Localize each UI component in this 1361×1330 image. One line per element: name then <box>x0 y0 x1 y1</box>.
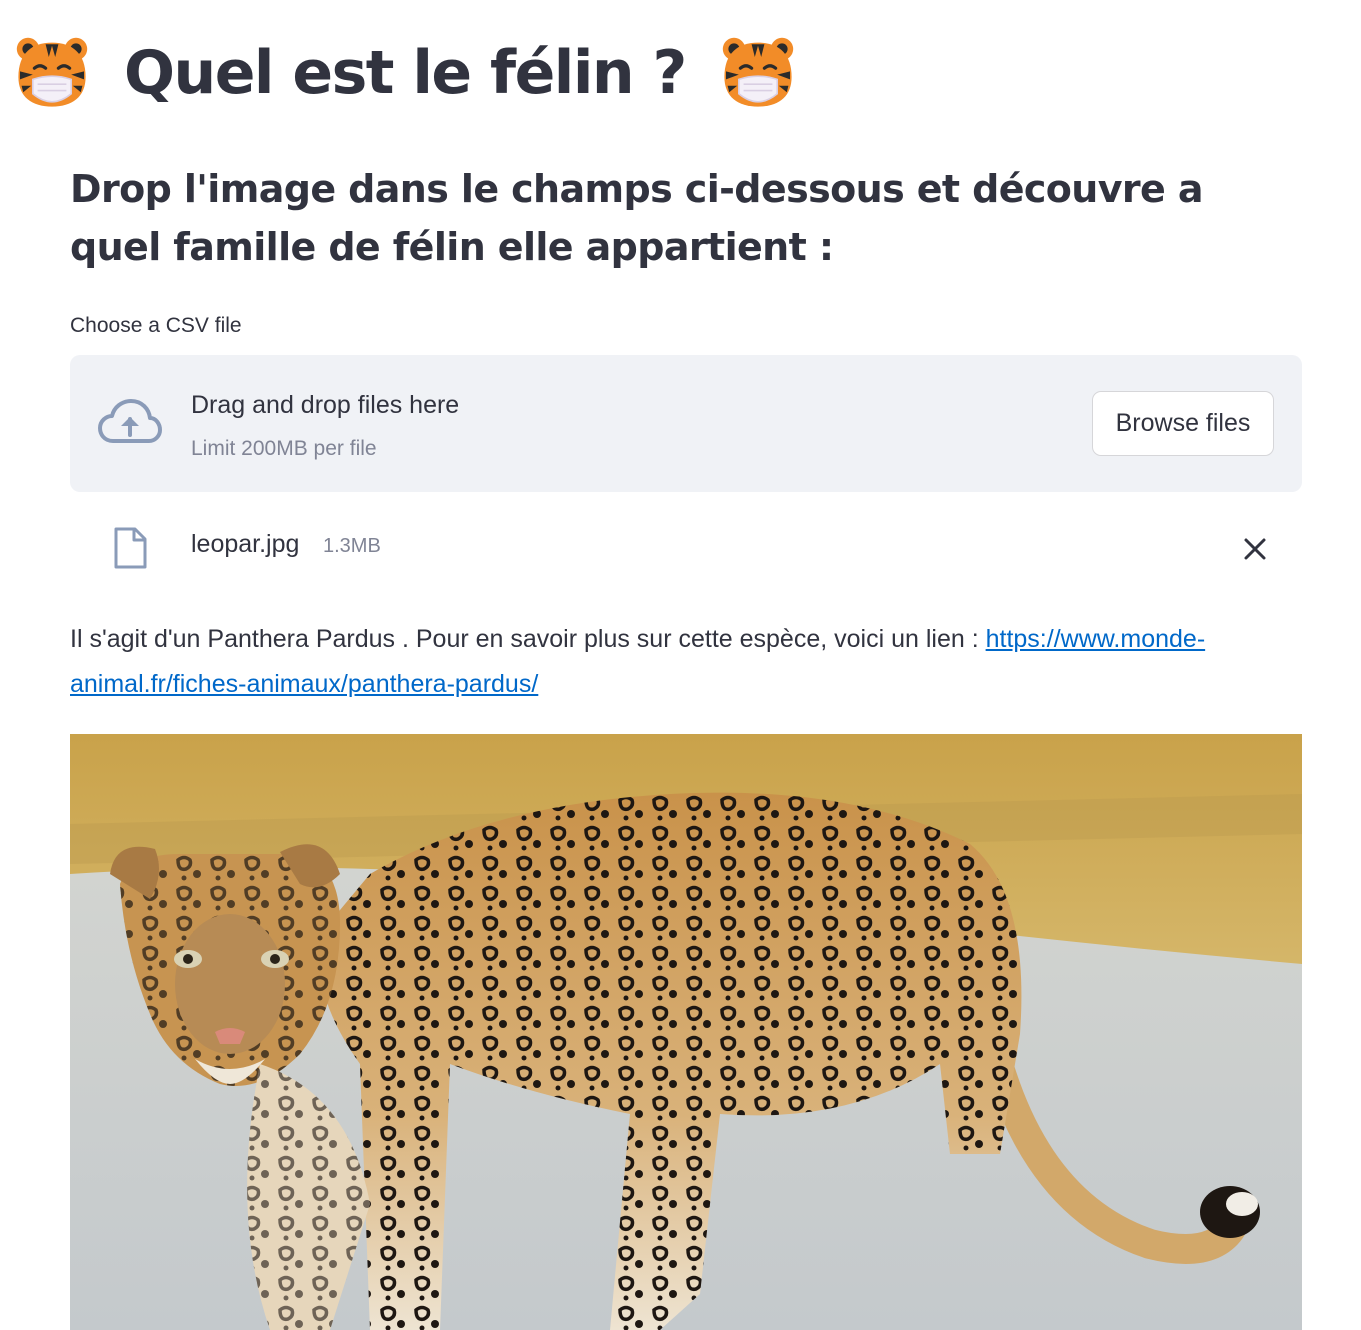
tiger-face-icon <box>722 37 794 107</box>
app-page: Quel est le félin ? Drop l'image dans le… <box>0 0 1361 1330</box>
file-uploader-label: Choose a CSV file <box>70 314 242 337</box>
page-title: Quel est le félin ? <box>124 38 687 108</box>
browse-files-button[interactable]: Browse files <box>1092 391 1274 456</box>
prediction-text: Il s'agit d'un Panthera Pardus . Pour en… <box>70 625 986 653</box>
tiger-face-icon <box>16 37 88 107</box>
prediction-result: Il s'agit d'un Panthera Pardus . Pour en… <box>70 617 1302 707</box>
close-icon[interactable] <box>1240 534 1270 564</box>
uploaded-file-size: 1.3MB <box>323 535 381 557</box>
uploaded-file-row: leopar.jpg 1.3MB <box>70 520 1302 576</box>
file-icon <box>114 527 147 569</box>
page-subtitle: Drop l'image dans le champs ci-dessous e… <box>70 167 1204 269</box>
dropzone-instructions: Drag and drop files here <box>191 391 460 419</box>
page-title-row: Quel est le félin ? <box>12 28 798 118</box>
dropzone-limit: Limit 200MB per file <box>191 437 377 460</box>
leopard-photo <box>70 734 1302 1330</box>
cloud-upload-icon <box>98 399 162 443</box>
uploaded-file-name: leopar.jpg <box>191 530 300 558</box>
file-dropzone[interactable]: Drag and drop files here Limit 200MB per… <box>70 355 1302 492</box>
